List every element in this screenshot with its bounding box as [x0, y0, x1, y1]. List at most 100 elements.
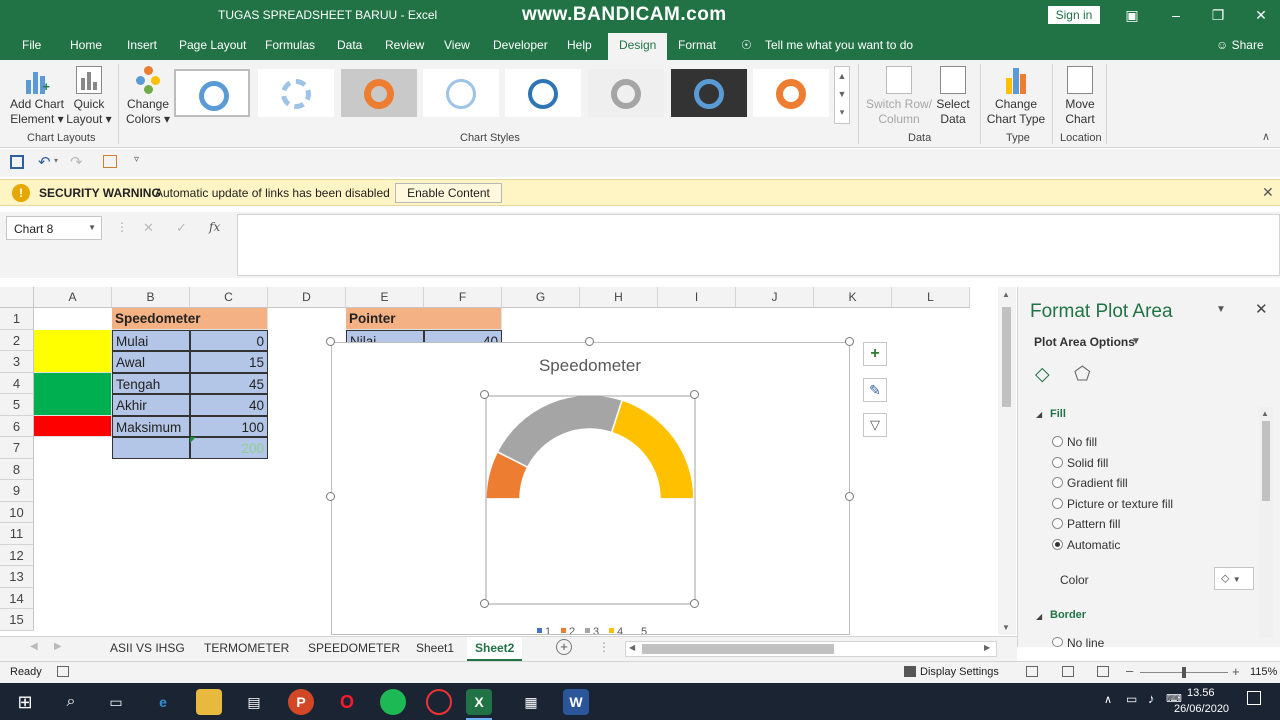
cell-e1[interactable]: Pointer: [346, 308, 502, 330]
tab-help[interactable]: Help: [567, 38, 592, 52]
new-sheet-icon[interactable]: +: [556, 639, 572, 655]
share-button[interactable]: ☺ Share: [1216, 38, 1264, 52]
chart-style-5[interactable]: [505, 69, 581, 117]
chart-styles-scroll[interactable]: ▲ ▼ ▾: [834, 66, 850, 124]
chart-object[interactable]: Speedometer 1 2 3 4 5: [331, 342, 850, 638]
column-header[interactable]: A: [34, 287, 112, 308]
formula-input[interactable]: [237, 214, 1280, 276]
column-header[interactable]: D: [268, 287, 346, 308]
tab-view[interactable]: View: [444, 38, 470, 52]
powerpoint-icon[interactable]: P: [288, 689, 314, 715]
column-header[interactable]: L: [892, 287, 970, 308]
macro-record-icon[interactable]: [57, 666, 69, 677]
chart-style-7[interactable]: [671, 69, 747, 117]
notifications-icon[interactable]: [1247, 691, 1261, 705]
sheet-tab-termometer[interactable]: TERMOMETER: [204, 641, 289, 655]
row-header[interactable]: 15: [0, 609, 34, 631]
customize-qat-icon[interactable]: ▿: [134, 154, 139, 165]
legend-entry[interactable]: 1: [545, 626, 551, 638]
automatic-fill-label[interactable]: Automatic: [1067, 538, 1120, 552]
column-header[interactable]: J: [736, 287, 814, 308]
tell-me-search[interactable]: Tell me what you want to do: [765, 38, 913, 52]
solid-fill-label[interactable]: Solid fill: [1067, 456, 1108, 470]
zoom-level[interactable]: 115%: [1250, 666, 1277, 678]
zoom-slider-thumb[interactable]: [1182, 667, 1186, 678]
scroll-down-icon[interactable]: ▼: [1002, 623, 1010, 632]
undo-icon[interactable]: ↶: [38, 153, 51, 171]
insert-function-icon[interactable]: fx: [209, 220, 220, 234]
switch-row-column-button[interactable]: Switch Row/ Column: [864, 66, 934, 127]
hscroll-thumb[interactable]: [642, 644, 834, 654]
move-chart-button[interactable]: Move Chart: [1058, 66, 1102, 127]
gradient-fill-label[interactable]: Gradient fill: [1067, 476, 1128, 490]
plot-area-options-label[interactable]: Plot Area Options: [1034, 335, 1135, 349]
cell-b3[interactable]: Awal: [112, 351, 190, 373]
gradient-fill-radio[interactable]: [1052, 477, 1063, 488]
fill-collapse-icon[interactable]: ◢: [1036, 410, 1042, 419]
chart-filters-icon[interactable]: ▽: [863, 413, 887, 437]
chart-styles-brush-icon[interactable]: ✎: [863, 378, 887, 402]
scroll-thumb[interactable]: [1002, 307, 1011, 407]
copy-icon[interactable]: [103, 155, 117, 168]
options-dropdown-icon[interactable]: ▼: [1131, 336, 1141, 347]
cell-c6[interactable]: 100: [190, 415, 268, 437]
display-settings-icon[interactable]: [904, 666, 916, 677]
cell-b6[interactable]: Maksimum: [112, 415, 190, 437]
cell-b1[interactable]: Speedometer: [112, 308, 268, 330]
plot-area-handle[interactable]: [690, 599, 699, 608]
ribbon-display-options-icon[interactable]: ▣: [1122, 5, 1142, 25]
hscroll-left-icon[interactable]: ◀: [629, 643, 635, 652]
volume-icon[interactable]: ♪: [1148, 691, 1155, 706]
horizontal-scrollbar[interactable]: ◀ ▶: [625, 641, 997, 657]
resize-handle[interactable]: [326, 492, 335, 501]
plot-area-handle[interactable]: [690, 390, 699, 399]
plot-area-handle[interactable]: [480, 390, 489, 399]
save-icon[interactable]: [10, 155, 24, 169]
pane-scroll-up-icon[interactable]: ▲: [1261, 409, 1269, 418]
row-header[interactable]: 4: [0, 372, 34, 394]
restore-icon[interactable]: ❐: [1208, 5, 1228, 25]
minimize-icon[interactable]: –: [1166, 5, 1186, 25]
bandicam-record-icon[interactable]: [426, 689, 452, 715]
next-sheet-icon[interactable]: ▶: [54, 641, 62, 652]
cell-a4-a5-green[interactable]: [34, 372, 112, 416]
solid-fill-radio[interactable]: [1052, 457, 1063, 468]
column-header[interactable]: H: [580, 287, 658, 308]
store-icon[interactable]: ▤: [241, 689, 267, 715]
tab-split-icon[interactable]: ⋮: [598, 640, 610, 654]
sheet-tab-speedometer[interactable]: SPEEDOMETER: [308, 641, 400, 655]
chart-style-8[interactable]: [753, 69, 829, 117]
effects-pentagon-icon[interactable]: ⬠: [1074, 363, 1091, 386]
no-fill-label[interactable]: No fill: [1067, 435, 1097, 449]
row-header[interactable]: 10: [0, 501, 34, 523]
zoom-in-icon[interactable]: +: [1232, 664, 1240, 679]
row-header[interactable]: 3: [0, 351, 34, 373]
cell-c7[interactable]: 200: [190, 437, 268, 459]
row-header[interactable]: 5: [0, 394, 34, 416]
cell-b5[interactable]: Akhir: [112, 394, 190, 416]
row-header[interactable]: 7: [0, 437, 34, 459]
row-header[interactable]: 1: [0, 308, 34, 330]
file-explorer-icon[interactable]: [196, 689, 222, 715]
tab-format[interactable]: Format: [678, 38, 716, 52]
cell-c4[interactable]: 45: [190, 372, 268, 394]
row-header[interactable]: 12: [0, 544, 34, 566]
pane-scrollbar[interactable]: ▲: [1259, 407, 1273, 637]
spotify-icon[interactable]: [380, 689, 406, 715]
chart-style-3[interactable]: [341, 69, 417, 117]
chart-style-1[interactable]: [174, 69, 250, 117]
name-box[interactable]: Chart 8 ▼: [6, 216, 102, 240]
zoom-out-icon[interactable]: –: [1126, 663, 1133, 678]
page-layout-view-icon[interactable]: [1062, 666, 1074, 677]
tab-home[interactable]: Home: [70, 38, 102, 52]
page-break-view-icon[interactable]: [1097, 666, 1109, 677]
change-chart-type-button[interactable]: Change Chart Type: [984, 66, 1048, 127]
taskbar-search-icon[interactable]: ⌕: [58, 689, 84, 715]
donut-slice-5[interactable]: [485, 498, 695, 604]
fill-line-bucket-icon[interactable]: ◇: [1035, 363, 1050, 386]
redo-icon[interactable]: ↷: [70, 153, 83, 171]
chart-title[interactable]: Speedometer: [539, 356, 641, 375]
cell-a6-red[interactable]: [34, 415, 112, 437]
fill-section-header[interactable]: Fill: [1050, 408, 1066, 420]
no-line-label[interactable]: No line: [1067, 636, 1104, 650]
